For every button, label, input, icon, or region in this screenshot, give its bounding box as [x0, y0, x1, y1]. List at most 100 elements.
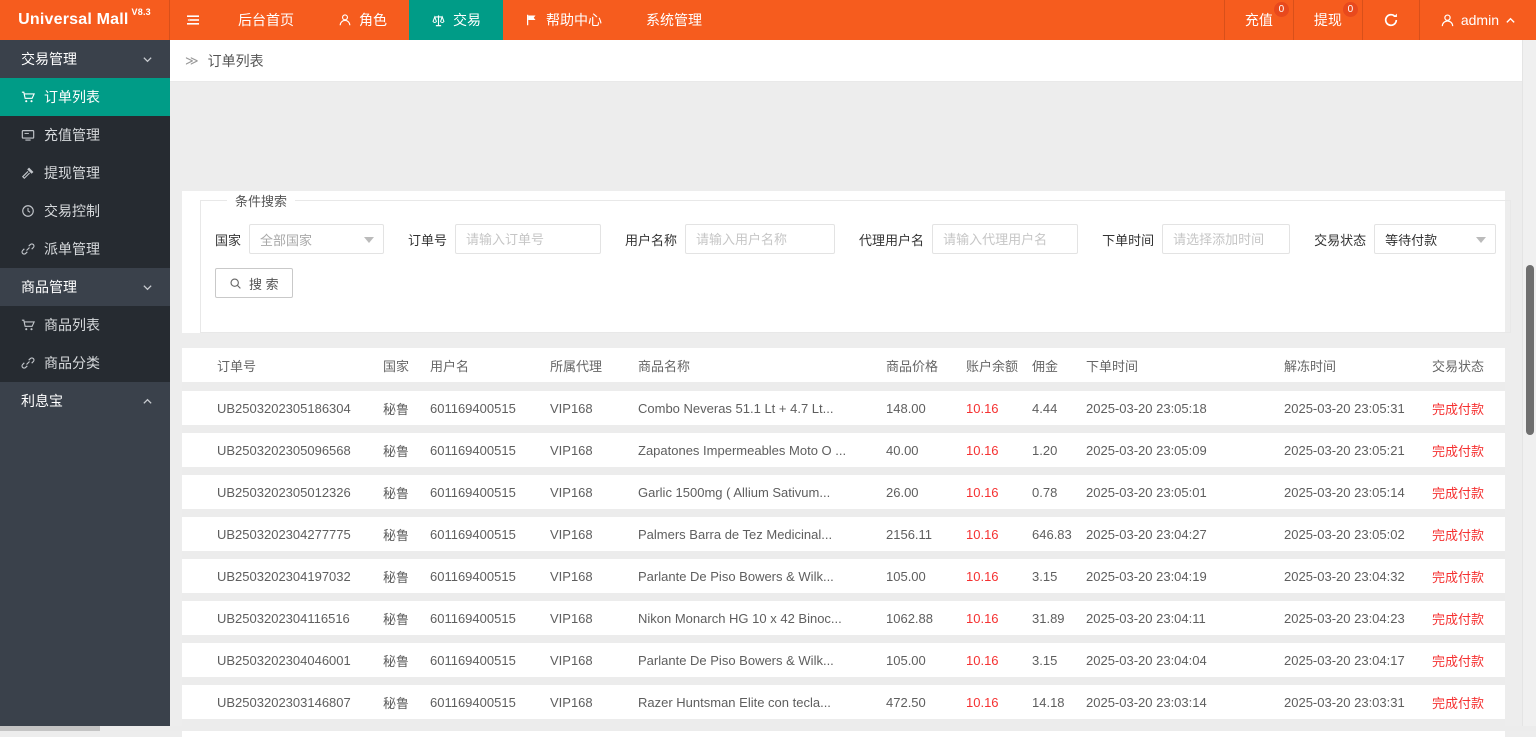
gavel-icon [21, 166, 35, 180]
search-field-trade-status: 交易状态等待付款 [1314, 224, 1496, 254]
withdraw-button[interactable]: 提现 0 [1293, 0, 1362, 40]
cell-username: 601169400515 [430, 443, 550, 458]
menu-toggle-button[interactable] [170, 0, 216, 40]
sidebar-item-trade-control[interactable]: 交易控制 [0, 192, 170, 230]
cell-country: 秘鲁 [383, 525, 430, 544]
field-label: 用户名称 [625, 230, 677, 249]
chevron-down-icon [142, 282, 153, 293]
username-input[interactable] [685, 224, 835, 254]
field-label: 订单号 [408, 230, 447, 249]
row-separator [182, 677, 1505, 685]
order-no-input[interactable] [455, 224, 601, 254]
vertical-scrollbar-thumb[interactable] [1526, 265, 1534, 435]
sidebar-item-label: 提现管理 [44, 163, 100, 183]
cell-product: Zapatones Impermeables Moto O ... [638, 443, 886, 458]
app-logo: Universal Mall V8.3 [0, 0, 170, 40]
cell-country: 秘鲁 [383, 441, 430, 460]
cell-username: 601169400515 [430, 485, 550, 500]
search-button-label: 搜 索 [249, 274, 279, 293]
user-icon [1440, 13, 1455, 28]
cell-price: 40.00 [886, 443, 966, 458]
table-row: UB2503202305096568秘鲁601169400515VIP168Za… [182, 433, 1505, 467]
link-icon [21, 356, 35, 370]
table-row: UB2503202304197032秘鲁601169400515VIP168Pa… [182, 559, 1505, 593]
search-button[interactable]: 搜 索 [215, 268, 293, 298]
clock-icon [21, 204, 35, 218]
breadcrumb-prefix-icon: ≫ [185, 53, 199, 69]
field-label: 下单时间 [1102, 230, 1154, 249]
field-label: 国家 [215, 230, 241, 249]
cell-agent: VIP168 [550, 653, 638, 668]
topnav-item-system[interactable]: 系统管理 [624, 0, 724, 40]
cell-order-no: UB2503202303146807 [217, 695, 383, 710]
col-header-order-no: 订单号 [217, 356, 383, 375]
topnav-item-help-center[interactable]: 帮助中心 [503, 0, 624, 40]
col-header-product: 商品名称 [638, 356, 886, 375]
withdraw-badge: 0 [1343, 2, 1358, 17]
cell-product: Parlante De Piso Bowers & Wilk... [638, 653, 886, 668]
cell-order-time: 2025-03-20 23:05:18 [1086, 401, 1284, 416]
user-menu[interactable]: admin [1419, 0, 1536, 40]
refresh-button[interactable] [1362, 0, 1419, 40]
sidebar-item-recharge-mgmt[interactable]: 充值管理 [0, 116, 170, 154]
cell-unfreeze-time: 2025-03-20 23:05:02 [1284, 527, 1432, 542]
cell-product: Razer Huntsman Elite con tecla... [638, 695, 886, 710]
vertical-scrollbar-track [1522, 40, 1536, 731]
horizontal-scrollbar-track [0, 726, 1536, 731]
cart-icon [21, 318, 35, 332]
cell-price: 105.00 [886, 569, 966, 584]
agent-username-input[interactable] [932, 224, 1078, 254]
topnav-item-home[interactable]: 后台首页 [216, 0, 316, 40]
search-panel: 条件搜索 国家全部国家订单号用户名称代理用户名下单时间交易状态等待付款 搜 索 [182, 191, 1505, 333]
sidebar-item-withdraw-mgmt[interactable]: 提现管理 [0, 154, 170, 192]
sidebar-item-product-category[interactable]: 商品分类 [0, 344, 170, 382]
search-fieldset: 条件搜索 国家全部国家订单号用户名称代理用户名下单时间交易状态等待付款 搜 索 [200, 191, 1511, 333]
row-separator [182, 509, 1505, 517]
sidebar-group-product-mgmt[interactable]: 商品管理 [0, 268, 170, 306]
top-bar: Universal Mall V8.3 后台首页角色交易帮助中心 系统管理 充值 … [0, 0, 1536, 40]
topnav-item-label: 系统管理 [646, 10, 702, 30]
col-header-commission: 佣金 [1032, 356, 1086, 375]
cell-price: 472.50 [886, 695, 966, 710]
cell-username: 601169400515 [430, 569, 550, 584]
order-time-input[interactable] [1162, 224, 1290, 254]
cell-order-no: UB2503202305096568 [217, 443, 383, 458]
sidebar-item-dispatch-mgmt[interactable]: 派单管理 [0, 230, 170, 268]
sidebar-group-trade-mgmt[interactable]: 交易管理 [0, 40, 170, 78]
topnav-item-roles[interactable]: 角色 [316, 0, 409, 40]
cell-price: 26.00 [886, 485, 966, 500]
cell-balance: 10.16 [966, 569, 1032, 584]
col-header-username: 用户名 [430, 356, 550, 375]
sidebar-item-product-list[interactable]: 商品列表 [0, 306, 170, 344]
search-legend: 条件搜索 [227, 191, 295, 210]
sidebar-item-order-list[interactable]: 订单列表 [0, 78, 170, 116]
cell-order-time: 2025-03-20 23:04:27 [1086, 527, 1284, 542]
cell-agent: VIP168 [550, 527, 638, 542]
country-select[interactable]: 全部国家 [249, 224, 384, 254]
search-field-country: 国家全部国家 [215, 224, 384, 254]
topnav-item-trade[interactable]: 交易 [409, 0, 503, 40]
recharge-label: 充值 [1245, 10, 1273, 30]
cell-order-no: UB2503202304277775 [217, 527, 383, 542]
cell-balance: 10.16 [966, 653, 1032, 668]
cell-status: 完成付款 [1432, 693, 1505, 712]
row-separator [182, 383, 1505, 391]
cell-agent: VIP168 [550, 611, 638, 626]
cell-order-time: 2025-03-20 23:05:09 [1086, 443, 1284, 458]
recharge-button[interactable]: 充值 0 [1224, 0, 1293, 40]
sidebar-item-label: 派单管理 [44, 239, 100, 259]
cell-order-no: UB2503202305186304 [217, 401, 383, 416]
trade-status-select[interactable]: 等待付款 [1374, 224, 1496, 254]
username: admin [1461, 12, 1499, 28]
cell-country: 秘鲁 [383, 483, 430, 502]
sidebar-group-interest-treasure[interactable]: 利息宝 [0, 382, 170, 420]
cell-status: 完成付款 [1432, 441, 1505, 460]
withdraw-label: 提现 [1314, 10, 1342, 30]
horizontal-scrollbar-thumb[interactable] [0, 726, 100, 731]
cell-status: 完成付款 [1432, 483, 1505, 502]
cell-order-time: 2025-03-20 23:04:19 [1086, 569, 1284, 584]
cell-balance: 10.16 [966, 695, 1032, 710]
sidebar-item-label: 商品分类 [44, 353, 100, 373]
app-version: V8.3 [132, 7, 151, 17]
cell-status: 完成付款 [1432, 651, 1505, 670]
